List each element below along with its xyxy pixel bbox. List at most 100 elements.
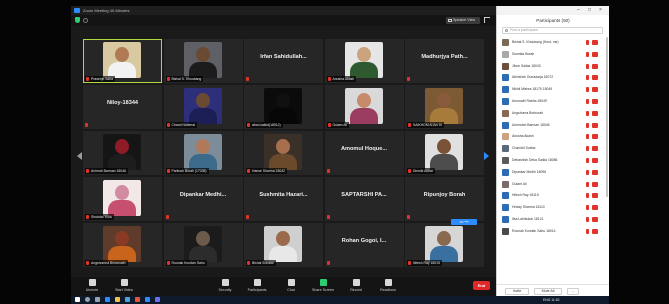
participant-list-scrollbar[interactable] [606, 37, 608, 197]
participant-row[interactable]: Abhishek Gunadarja 18072 [497, 72, 609, 84]
zoom-taskbar-icon[interactable] [145, 297, 150, 302]
video-off-icon [592, 157, 598, 163]
muted-mic-icon [586, 228, 589, 234]
participant-caption: Rounak Kundan Sahu [165, 260, 207, 266]
participant-head [356, 47, 371, 62]
participant-tile[interactable]: Madhurjya Path... [405, 39, 484, 83]
muted-mic-icon [326, 215, 330, 219]
participant-tile[interactable]: Amomul Hoque... [324, 131, 404, 175]
participant-head [437, 139, 451, 154]
participant-tile[interactable]: Irfan Sahidullah... [244, 39, 323, 83]
participant-tile[interactable]: Niloy-18344 [83, 85, 162, 129]
avatar [502, 192, 509, 200]
participant-tile[interactable]: Rohan Gogoi, I... [324, 223, 404, 267]
participant-row-name: Chandid Subba [512, 146, 536, 151]
next-page-arrow-icon[interactable] [484, 152, 489, 160]
minimize-icon[interactable]: – [577, 7, 580, 14]
unmute-button[interactable]: Unmute [77, 279, 107, 292]
participant-tile[interactable]: Nitesh Ray 18015 [405, 223, 484, 267]
participant-tile[interactable]: Rounak Kundan Sahu [163, 223, 243, 267]
participant-row[interactable]: Susmita Borah [497, 49, 609, 61]
participant-search-input[interactable]: Find a participant [502, 27, 603, 34]
start-video-button[interactable]: Start Video [109, 279, 139, 292]
record-button[interactable]: Record [341, 279, 371, 292]
muted-mic-icon [586, 169, 589, 175]
edge-icon[interactable] [105, 297, 110, 302]
participant-caption: Chand Nahimal [165, 122, 197, 128]
participant-row[interactable]: Debashish Deka Saikia 18086 [497, 155, 609, 167]
meeting-info-icon[interactable] [83, 18, 88, 23]
participant-row[interactable]: Gulam Ali [497, 179, 609, 191]
participant-video [264, 226, 302, 262]
invite-button[interactable]: Invite [505, 288, 529, 295]
task-view-icon[interactable] [95, 297, 100, 302]
participant-row[interactable]: Rounak Kundan Sahu 18014 [497, 226, 609, 238]
avatar [502, 74, 509, 82]
participant-tile[interactable]: Anirnob Barman 18046 [83, 131, 162, 175]
mute-all-button[interactable]: Mute All [534, 288, 562, 295]
participant-row[interactable]: Dipankar Medhi 18096 [497, 167, 609, 179]
participant-video [425, 134, 463, 170]
share-screen-button[interactable]: Share Screen [308, 279, 338, 292]
participant-tile[interactable]: abcd.saikid(18012) [244, 85, 323, 129]
participant-row[interactable]: Hitesh Ray 18115 [497, 190, 609, 202]
windows-taskbar: ENG 11:52 [71, 296, 609, 304]
participant-name: Ripunjoy Borah [423, 192, 466, 198]
participant-row[interactable]: Amonath Rabha 18049 [497, 96, 609, 108]
chat-button[interactable]: Chat [276, 279, 306, 292]
microphone-icon [88, 279, 96, 286]
participant-tile[interactable]: Sushmita Hazari... [244, 177, 323, 221]
participant-head [276, 139, 290, 154]
maximize-icon[interactable]: □ [588, 7, 591, 14]
participant-tile[interactable]: SAIKHOM Ai Ani Ki [405, 85, 484, 129]
participant-tile[interactable]: Paritosh Borah (17038) [163, 131, 243, 175]
avatar [502, 156, 509, 164]
participant-head [195, 47, 210, 62]
participant-tile[interactable]: Dipankar Medhi... [163, 177, 243, 221]
start-icon[interactable] [75, 297, 80, 302]
chrome-icon[interactable] [135, 297, 140, 302]
participant-row[interactable]: Bishal S. Khoubang (Host, me) [497, 37, 609, 49]
participant-row[interactable]: Hriday Sharma 18110 [497, 202, 609, 214]
fullscreen-icon[interactable] [484, 17, 490, 23]
participant-caption: Hanse Sharma 18042 [246, 168, 287, 174]
avatar [502, 145, 509, 153]
participant-name: SAPTARSHI PA... [341, 192, 387, 198]
close-icon[interactable]: × [599, 7, 602, 14]
security-button[interactable]: Security [210, 279, 240, 292]
participant-row[interactable]: Chandid Subba [497, 143, 609, 155]
reactions-button[interactable]: Reactions [373, 279, 403, 292]
participant-tile[interactable]: Dimnik Akbar [405, 131, 484, 175]
participant-tile[interactable]: Bishal Sonalal [244, 223, 323, 267]
muted-mic-icon [586, 110, 589, 116]
participant-row-name: Debashish Deka Saikia 18086 [512, 157, 558, 162]
file-explorer-icon[interactable] [115, 297, 120, 302]
muted-mic-icon [326, 261, 330, 265]
store-icon[interactable] [125, 297, 130, 302]
participant-tile[interactable]: Shubdal Yulia [83, 177, 162, 221]
participant-row[interactable]: Angshuma Borborah [497, 108, 609, 120]
participant-row[interactable]: Ifsa Lahikukar 18121 [497, 214, 609, 226]
participant-tile[interactable]: Gulam Ali [324, 85, 404, 129]
search-icon[interactable] [85, 297, 90, 302]
participant-row[interactable]: Anusha Akash [497, 131, 609, 143]
speaker-view-button[interactable]: Speaker View [446, 17, 480, 24]
participant-row[interactable]: Jibon Saikia 18043 [497, 61, 609, 73]
end-meeting-button[interactable]: End [473, 281, 490, 290]
participant-tile[interactable]: Anusha Akash [324, 39, 404, 83]
shield-icon [221, 279, 229, 286]
participant-tile[interactable]: Prasenjit Saha [83, 39, 162, 83]
more-options-button[interactable]: ... [567, 288, 579, 295]
participant-tile[interactable]: Hanse Sharma 18042 [244, 131, 323, 175]
participant-row[interactable]: Anirnobel Barman 18046 [497, 120, 609, 132]
encryption-shield-icon[interactable] [75, 17, 80, 23]
participants-button[interactable]: Participants [242, 279, 272, 292]
participant-tile[interactable]: Ripunjoy Borah [405, 177, 484, 221]
participant-tile[interactable]: SAPTARSHI PA... [324, 177, 404, 221]
participant-tile[interactable]: Angshumna Bimarnath [83, 223, 162, 267]
participant-tile[interactable]: Bishal S. Khoubang [163, 39, 243, 83]
participant-tile[interactable]: Chand Nahimal [163, 85, 243, 129]
previous-page-arrow-icon[interactable] [77, 152, 82, 160]
app-icon[interactable] [155, 297, 160, 302]
participant-row[interactable]: Nikhil Mishra 18175 18049 [497, 84, 609, 96]
